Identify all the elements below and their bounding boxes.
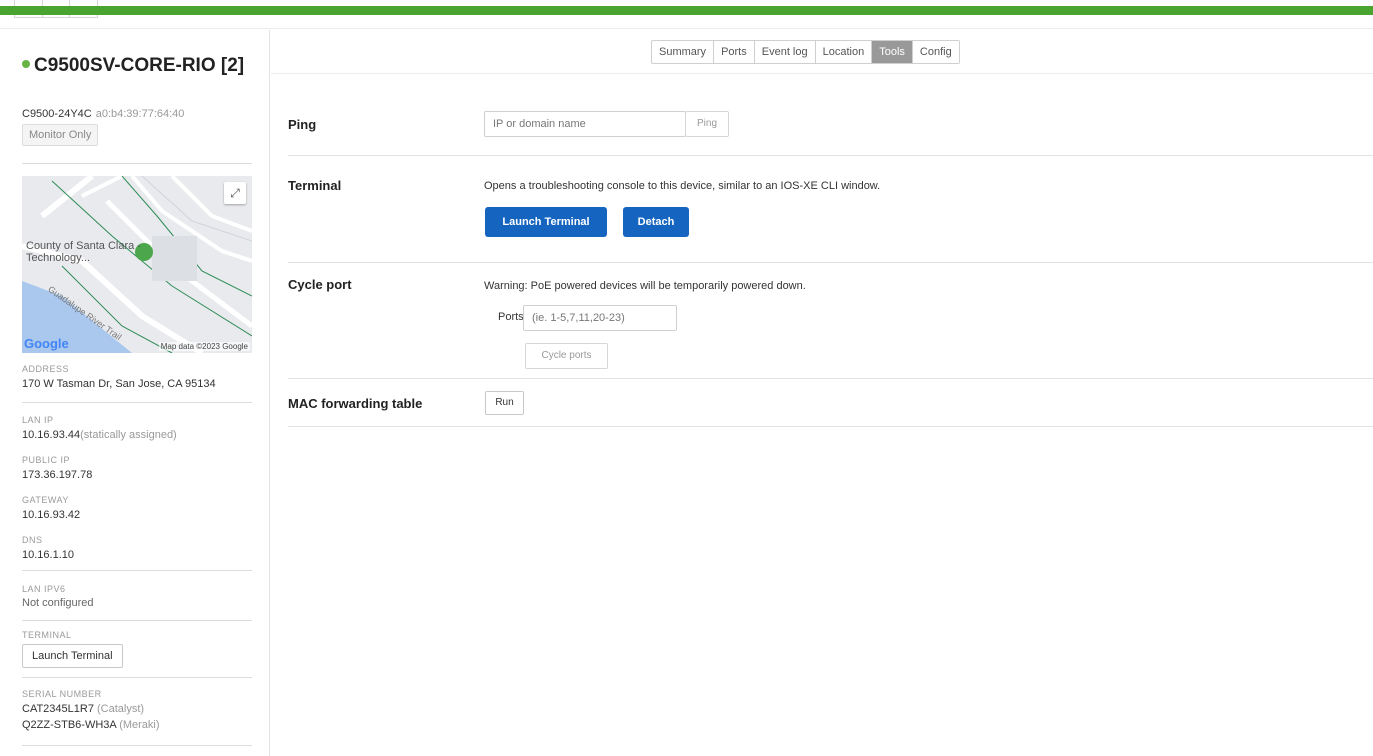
tab-event-log[interactable]: Event log (754, 41, 816, 63)
lan-ip-note: (statically assigned) (80, 429, 177, 441)
ping-title: Ping (288, 117, 317, 132)
serial-catalyst: CAT2345L1R7 (Catalyst) (22, 703, 144, 715)
ping-input[interactable]: IP or domain name (484, 111, 686, 137)
divider (22, 402, 252, 403)
brand-bar (0, 6, 1373, 15)
tab-location[interactable]: Location (815, 41, 873, 63)
mac-table-title: MAC forwarding table (288, 396, 423, 411)
divider (22, 620, 252, 621)
cycle-ports-button[interactable]: Cycle ports (525, 343, 608, 369)
tabs-divider (271, 73, 1373, 74)
address-value: 170 W Tasman Dr, San Jose, CA 95134 (22, 378, 216, 390)
terminal-label: TERMINAL (22, 630, 72, 640)
section-divider (288, 426, 1373, 427)
detach-button[interactable]: Detach (623, 207, 689, 237)
sidebar-launch-terminal-button[interactable]: Launch Terminal (22, 644, 123, 668)
map-place-label: County of Santa Clara - Technology... (26, 240, 141, 264)
ports-label: Ports (498, 311, 524, 323)
terminal-description: Opens a troubleshooting console to this … (484, 180, 881, 192)
section-divider (288, 378, 1373, 379)
device-model-line: C9500-24Y4C a0:b4:39:77:64:40 (22, 108, 184, 120)
monitor-only-badge: Monitor Only (22, 124, 99, 146)
cycle-port-title: Cycle port (288, 277, 352, 292)
expand-icon[interactable]: ⤢ (224, 182, 246, 204)
address-label: ADDRESS (22, 364, 70, 374)
launch-terminal-button[interactable]: Launch Terminal (485, 207, 607, 237)
tab-config[interactable]: Config (912, 41, 959, 63)
serial-number-label: SERIAL NUMBER (22, 689, 102, 699)
section-divider (288, 155, 1373, 156)
lan-ip-label: LAN IP (22, 415, 54, 425)
gateway-value: 10.16.93.42 (22, 509, 81, 521)
device-mac: a0:b4:39:77:64:40 (95, 108, 185, 120)
serial-meraki: Q2ZZ-STB6-WH3A (Meraki) (22, 719, 160, 731)
device-model: C9500-24Y4C (22, 108, 92, 120)
serial-1: CAT2345L1R7 (22, 703, 94, 715)
serial-2: Q2ZZ-STB6-WH3A (22, 719, 117, 731)
dns-label: DNS (22, 535, 43, 545)
lan-ipv6-value: Not configured (22, 597, 94, 609)
gateway-label: GATEWAY (22, 495, 69, 505)
map-attribution[interactable]: Map data ©2023 Google (158, 342, 250, 351)
lan-ip: 10.16.93.44 (22, 429, 81, 441)
divider (22, 677, 252, 678)
ports-input[interactable]: (ie. 1-5,7,11,20-23) (523, 305, 677, 331)
section-divider (288, 262, 1373, 263)
dns-value: 10.16.1.10 (22, 549, 74, 561)
tab-summary[interactable]: Summary (652, 41, 715, 63)
device-sidebar: C9500SV-CORE-RIO [2] C9500-24Y4C a0:b4:39… (0, 30, 270, 756)
location-map[interactable]: ⤢ County of Santa Clara - Technology... … (22, 176, 252, 353)
public-ip-value: 173.36.197.78 (22, 469, 93, 481)
device-title: C9500SV-CORE-RIO [2] (22, 52, 252, 79)
lan-ip-value: 10.16.93.44(statically assigned) (22, 429, 177, 441)
run-button[interactable]: Run (485, 391, 524, 415)
cycle-port-warning: Warning: PoE powered devices will be tem… (484, 280, 806, 292)
tab-tools[interactable]: Tools (872, 41, 913, 63)
lan-ipv6-label: LAN IPV6 (22, 584, 66, 594)
serial-1-note: (Catalyst) (97, 703, 145, 715)
tab-ports[interactable]: Ports (714, 41, 755, 63)
terminal-title: Terminal (288, 178, 342, 193)
device-tabs: Summary Ports Event log Location Tools C… (651, 40, 960, 64)
divider (22, 163, 252, 164)
status-dot-icon (22, 60, 30, 68)
divider (22, 745, 252, 746)
device-name: C9500SV-CORE-RIO [2] (34, 55, 245, 76)
header-divider (0, 28, 1373, 29)
public-ip-label: PUBLIC IP (22, 455, 71, 465)
google-logo: Google (24, 336, 69, 351)
map-graphics (22, 176, 252, 353)
ping-button[interactable]: Ping (685, 111, 729, 137)
serial-2-note: (Meraki) (119, 719, 160, 731)
divider (22, 570, 252, 571)
